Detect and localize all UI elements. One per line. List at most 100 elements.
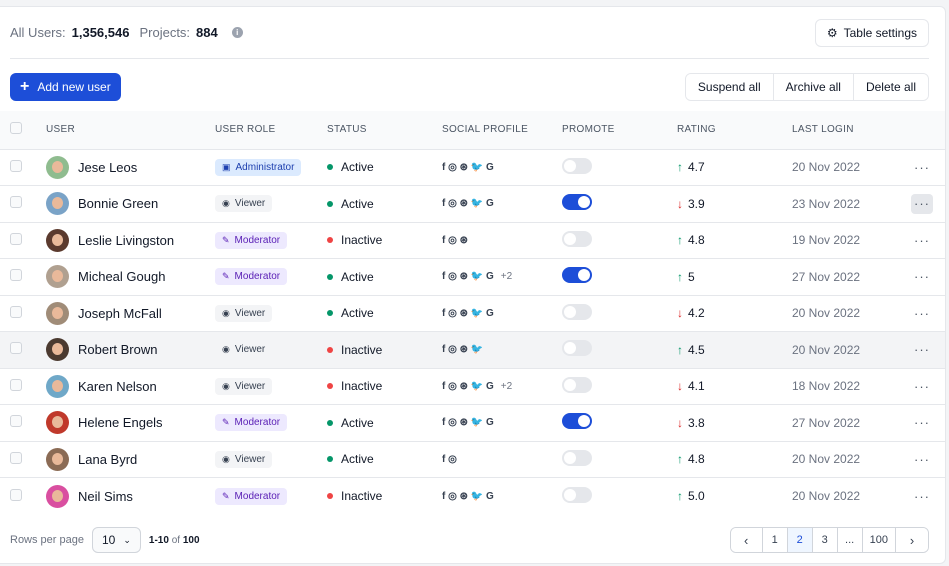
rows-per-page-select[interactable]: 10 ⌄ xyxy=(92,527,141,553)
rows-per-page-label: Rows per page xyxy=(10,534,84,546)
last-login: 18 Nov 2022 xyxy=(792,379,861,394)
add-user-button[interactable]: + Add new user xyxy=(10,73,121,101)
promote-toggle[interactable] xyxy=(562,303,592,320)
social-icons[interactable]: f ◎ ⊛ 🐦 G xyxy=(442,491,562,502)
next-page-button[interactable]: › xyxy=(896,528,928,552)
user-name[interactable]: Helene Engels xyxy=(78,415,163,430)
row-checkbox[interactable] xyxy=(10,305,22,318)
social-icons[interactable]: f ◎ ⊛ 🐦 G xyxy=(442,162,562,173)
table-row[interactable]: Neil Sims ✎ Moderator Inactive f ◎ ⊛ 🐦 G… xyxy=(0,477,945,515)
status-dot xyxy=(327,346,333,353)
more-options-icon[interactable]: ··· xyxy=(911,193,933,214)
more-options-icon[interactable]: ··· xyxy=(911,267,933,287)
plus-icon: + xyxy=(20,78,30,95)
table-row[interactable]: Helene Engels ✎ Moderator Active f ◎ ⊛ 🐦… xyxy=(0,404,945,442)
archive-all-button[interactable]: Archive all xyxy=(773,74,854,100)
promote-toggle[interactable] xyxy=(562,376,592,393)
promote-toggle[interactable] xyxy=(562,486,592,503)
row-checkbox[interactable] xyxy=(10,342,22,355)
social-icons[interactable]: f ◎ ⊛ 🐦 G xyxy=(442,308,562,319)
table-row[interactable]: Karen Nelson ◉ Viewer Inactive f ◎ ⊛ 🐦 G… xyxy=(0,368,945,405)
user-name[interactable]: Micheal Gough xyxy=(78,269,165,284)
social-icons[interactable]: f ◎ ⊛ 🐦 G xyxy=(442,417,562,428)
social-icons[interactable]: f ◎ xyxy=(442,454,562,465)
social-icons[interactable]: f ◎ ⊛ 🐦 G xyxy=(442,198,562,209)
projects-count: 884 xyxy=(196,25,218,40)
table-row[interactable]: Bonnie Green ◉ Viewer Active f ◎ ⊛ 🐦 G ↓… xyxy=(0,185,945,223)
user-cell: Leslie Livingston xyxy=(46,228,215,252)
gear-icon: ⚙ xyxy=(826,25,838,40)
row-checkbox[interactable] xyxy=(10,488,22,501)
column-header[interactable]: USER xyxy=(46,111,215,149)
more-options-icon[interactable]: ··· xyxy=(911,486,933,506)
more-options-icon[interactable]: ··· xyxy=(911,413,933,433)
delete-all-button[interactable]: Delete all xyxy=(853,74,928,100)
table-row[interactable]: Lana Byrd ◉ Viewer Active f ◎ ↑ 4.8 20 N… xyxy=(0,441,945,478)
summary-bar: All Users: 1,356,546 Projects: 884 i ⚙ T… xyxy=(10,7,929,59)
promote-toggle[interactable] xyxy=(562,267,592,284)
more-options-icon[interactable]: ··· xyxy=(911,157,933,177)
suspend-all-button[interactable]: Suspend all xyxy=(685,74,774,100)
user-name[interactable]: Lana Byrd xyxy=(78,452,137,467)
page-button[interactable]: 100 xyxy=(862,528,896,552)
table-row[interactable]: Joseph McFall ◉ Viewer Active f ◎ ⊛ 🐦 G … xyxy=(0,295,945,332)
social-icons-list: f ◎ ⊛ 🐦 G xyxy=(442,198,494,210)
user-name[interactable]: Jese Leos xyxy=(78,160,137,175)
more-options-icon[interactable]: ··· xyxy=(911,340,933,360)
user-cell: Bonnie Green xyxy=(46,192,215,216)
column-header[interactable]: SOCIAL PROFILE xyxy=(442,111,562,149)
page-button[interactable]: 1 xyxy=(762,528,788,552)
more-options-icon[interactable]: ··· xyxy=(911,376,933,396)
social-icons[interactable]: f ◎ ⊛ 🐦 G +2 xyxy=(442,381,562,392)
column-header[interactable]: RATING xyxy=(677,111,792,149)
rating-value: 4.5 xyxy=(688,342,705,357)
promote-toggle[interactable] xyxy=(562,194,592,211)
table-row[interactable]: Robert Brown ◉ Viewer Inactive f ◎ ⊛ 🐦 ↑… xyxy=(0,331,945,368)
status-cell: Active xyxy=(327,306,442,320)
row-checkbox[interactable] xyxy=(10,232,22,245)
role-badge: ◉ Viewer xyxy=(215,450,273,468)
table-row[interactable]: Micheal Gough ✎ Moderator Active f ◎ ⊛ 🐦… xyxy=(0,258,945,296)
more-options-icon[interactable]: ··· xyxy=(911,449,933,469)
user-name[interactable]: Bonnie Green xyxy=(78,196,158,211)
row-checkbox[interactable] xyxy=(10,451,22,464)
promote-toggle[interactable] xyxy=(562,449,592,466)
row-checkbox[interactable] xyxy=(10,159,22,172)
promote-toggle[interactable] xyxy=(562,413,592,430)
table-row[interactable]: Jese Leos ▣ Administrator Active f ◎ ⊛ 🐦… xyxy=(0,149,945,186)
social-icons[interactable]: f ◎ ⊛ xyxy=(442,235,562,246)
column-header[interactable]: STATUS xyxy=(327,111,442,149)
prev-page-button[interactable]: ‹ xyxy=(730,528,763,552)
row-checkbox[interactable] xyxy=(10,196,22,209)
promote-toggle[interactable] xyxy=(562,340,592,357)
more-options-icon[interactable]: ··· xyxy=(911,303,933,323)
status-cell: Active xyxy=(327,452,442,466)
status-label: Inactive xyxy=(341,489,383,503)
column-header[interactable]: PROMOTE xyxy=(562,111,677,149)
column-header[interactable]: LAST LOGIN xyxy=(792,111,911,149)
status-cell: Inactive xyxy=(327,343,442,357)
user-name[interactable]: Joseph McFall xyxy=(78,306,162,321)
column-header[interactable]: USER ROLE xyxy=(215,111,327,149)
more-options-icon[interactable]: ··· xyxy=(911,230,933,250)
table-settings-button[interactable]: ⚙ Table settings xyxy=(814,18,929,47)
row-checkbox[interactable] xyxy=(10,415,22,428)
user-name[interactable]: Leslie Livingston xyxy=(78,233,174,248)
row-checkbox[interactable] xyxy=(10,269,22,282)
user-name[interactable]: Karen Nelson xyxy=(78,379,157,394)
info-icon[interactable]: i xyxy=(231,27,243,38)
page-button[interactable]: 3 xyxy=(812,528,838,552)
page-button[interactable]: 2 xyxy=(787,528,813,552)
arrow-up-icon: ↑ xyxy=(677,342,683,357)
table-row[interactable]: Leslie Livingston ✎ Moderator Inactive f… xyxy=(0,222,945,259)
stats: All Users: 1,356,546 Projects: 884 i xyxy=(10,25,243,40)
promote-toggle[interactable] xyxy=(562,230,592,247)
arrow-up-icon: ↑ xyxy=(677,160,683,175)
social-icons[interactable]: f ◎ ⊛ 🐦 xyxy=(442,344,562,355)
promote-toggle[interactable] xyxy=(562,157,592,174)
select-all-checkbox[interactable] xyxy=(10,122,22,135)
row-checkbox[interactable] xyxy=(10,378,22,391)
social-icons[interactable]: f ◎ ⊛ 🐦 G +2 xyxy=(442,271,562,282)
user-name[interactable]: Robert Brown xyxy=(78,342,157,357)
user-name[interactable]: Neil Sims xyxy=(78,489,133,504)
